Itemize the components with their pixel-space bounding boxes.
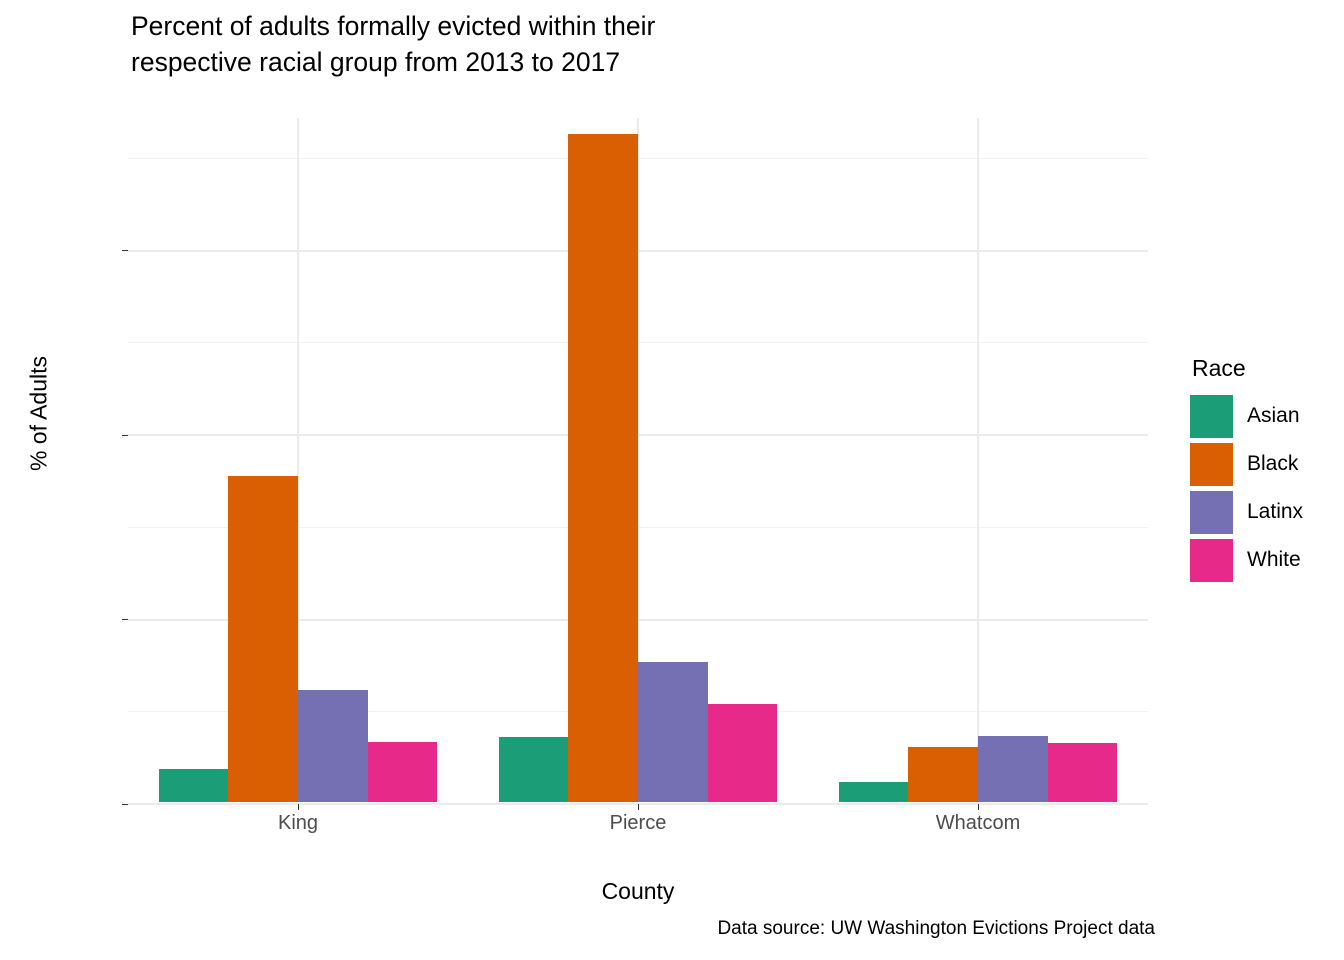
x-tick-mark (298, 804, 299, 810)
legend-label: White (1247, 548, 1301, 571)
bar-whatcom-white (1047, 743, 1118, 802)
legend-item-asian[interactable]: Asian (1190, 392, 1344, 440)
bar-king-white (367, 742, 438, 802)
legend-swatch-latinx (1190, 490, 1233, 534)
bar-king-black (228, 475, 298, 802)
legend-items: Asian Black Latinx White (1190, 392, 1344, 584)
x-axis-title: County (601, 878, 675, 904)
bar-king-asian (158, 768, 229, 802)
legend-item-black[interactable]: Black (1190, 440, 1344, 488)
legend-swatch-black (1190, 442, 1233, 486)
bar-pierce-black (568, 134, 638, 802)
bar-pierce-white (707, 704, 778, 802)
gridline-major-vertical (977, 118, 979, 804)
legend-swatch-white (1190, 538, 1233, 582)
x-tick-mark (978, 804, 979, 810)
y-tick-mark (122, 250, 128, 252)
bar-pierce-latinx (638, 661, 708, 802)
legend-label: Asian (1247, 404, 1300, 427)
bar-whatcom-black (908, 747, 978, 802)
legend-item-white[interactable]: White (1190, 536, 1344, 584)
legend: Race Asian Black Latinx White (1190, 355, 1344, 584)
legend-title: Race (1192, 355, 1246, 381)
x-tick-label-king: King (277, 812, 319, 834)
legend-swatch-asian (1190, 394, 1233, 438)
legend-item-latinx[interactable]: Latinx (1190, 488, 1344, 536)
chart-caption: Data source: UW Washington Evictions Pro… (717, 918, 1155, 939)
y-tick-mark (122, 434, 128, 436)
bar-king-latinx (298, 689, 368, 802)
plot-panel: 0.0%5.0%10.0%15.0%KingPierceWhatcom (122, 118, 1148, 834)
x-tick-label-whatcom: Whatcom (935, 812, 1021, 834)
bar-whatcom-asian (838, 781, 909, 802)
y-axis-title: % of Adults (25, 355, 52, 472)
y-tick-mark (122, 803, 128, 805)
page-title: Percent of adults formally evicted withi… (131, 11, 656, 77)
legend-label: Black (1247, 452, 1299, 475)
bar-whatcom-latinx (978, 735, 1048, 802)
legend-label: Latinx (1247, 500, 1304, 523)
y-tick-mark (122, 619, 128, 621)
x-tick-label-pierce: Pierce (609, 812, 667, 834)
x-tick-mark (638, 804, 639, 810)
bar-pierce-asian (498, 737, 569, 802)
